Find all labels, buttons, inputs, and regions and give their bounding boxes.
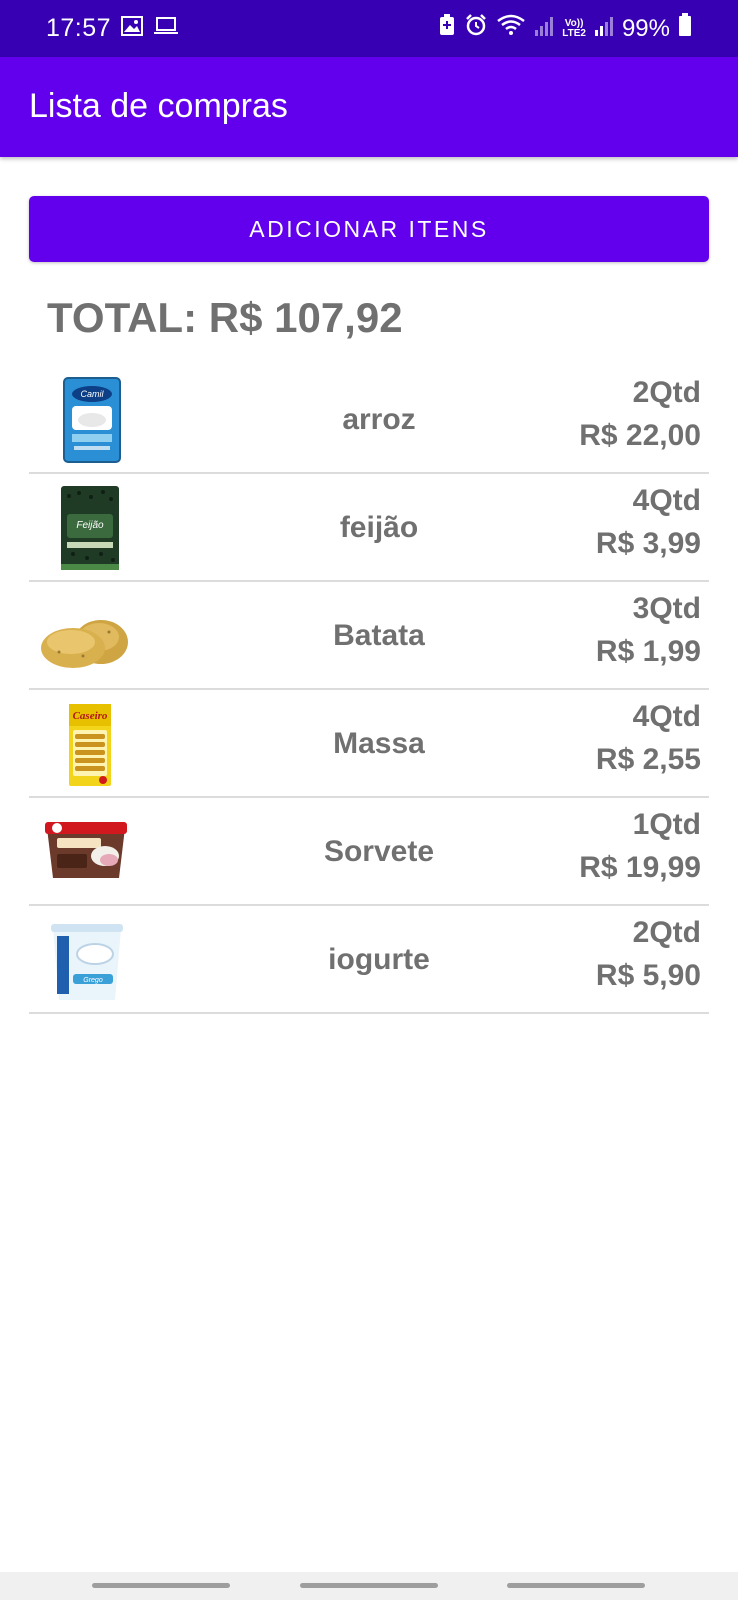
item-name: Sorvete bbox=[323, 835, 435, 868]
item-price: R$ 3,99 bbox=[595, 527, 701, 560]
item-price: R$ 22,00 bbox=[579, 419, 701, 452]
ice-cream-box-image bbox=[45, 822, 127, 878]
list-item[interactable]: Batata 3Qtd R$ 1,99 bbox=[29, 582, 709, 690]
battery-saver-icon bbox=[438, 14, 456, 43]
home-button[interactable] bbox=[300, 1583, 438, 1588]
back-button[interactable] bbox=[507, 1583, 645, 1588]
item-name: Massa bbox=[333, 727, 425, 760]
item-price: R$ 2,55 bbox=[595, 743, 701, 776]
status-bar: 17:57 Vo)) LTE2 99% bbox=[0, 0, 738, 57]
list-item[interactable]: Sorvete 1Qtd R$ 19,99 bbox=[29, 798, 709, 906]
list-item[interactable]: Grego iogurte 2Qtd R$ 5,90 bbox=[29, 906, 709, 1014]
item-name: feijão bbox=[339, 511, 419, 544]
signal-icon bbox=[534, 15, 554, 43]
item-quantity: 2Qtd bbox=[632, 916, 701, 949]
item-price: R$ 19,99 bbox=[579, 851, 701, 884]
recent-apps-button[interactable] bbox=[92, 1583, 230, 1588]
app-title: Lista de compras bbox=[29, 87, 288, 125]
wifi-icon bbox=[496, 14, 526, 43]
svg-text:Caseiro: Caseiro bbox=[73, 710, 108, 722]
rice-package-image: Camil bbox=[63, 377, 121, 463]
app-bar: Lista de compras bbox=[0, 57, 738, 157]
item-quantity: 1Qtd bbox=[632, 808, 701, 841]
item-name: iogurte bbox=[328, 943, 430, 976]
add-items-button[interactable]: ADICIONAR ITENS bbox=[29, 196, 709, 262]
battery-percent: 99% bbox=[621, 14, 670, 42]
item-quantity: 2Qtd bbox=[632, 376, 701, 409]
shopping-list: Camil arroz 2Qtd R$ 22,00 Feijão feijão … bbox=[29, 366, 709, 1014]
status-time: 17:57 bbox=[46, 14, 112, 42]
network-type-label: Vo)) LTE2 bbox=[562, 17, 586, 39]
item-quantity: 4Qtd bbox=[632, 700, 701, 733]
item-quantity: 4Qtd bbox=[632, 484, 701, 517]
list-item[interactable]: Caseiro Massa 4Qtd R$ 2,55 bbox=[29, 690, 709, 798]
gallery-icon bbox=[121, 16, 144, 41]
svg-text:Grego: Grego bbox=[83, 977, 103, 984]
svg-text:Feijão: Feijão bbox=[76, 520, 104, 531]
item-price: R$ 1,99 bbox=[595, 635, 701, 668]
signal-icon-2 bbox=[594, 15, 614, 43]
laptop-icon bbox=[153, 16, 179, 41]
item-name: Batata bbox=[333, 619, 425, 652]
pasta-package-image: Caseiro bbox=[69, 704, 111, 786]
list-item[interactable]: Camil arroz 2Qtd R$ 22,00 bbox=[29, 366, 709, 474]
alarm-icon bbox=[464, 13, 488, 44]
list-item[interactable]: Feijão feijão 4Qtd R$ 3,99 bbox=[29, 474, 709, 582]
svg-text:Camil: Camil bbox=[80, 389, 104, 399]
battery-icon bbox=[678, 13, 692, 44]
item-quantity: 3Qtd bbox=[632, 592, 701, 625]
navigation-bar bbox=[0, 1572, 738, 1600]
item-name: arroz bbox=[342, 403, 416, 436]
total-label: TOTAL: R$ 107,92 bbox=[47, 294, 403, 341]
item-price: R$ 5,90 bbox=[595, 959, 701, 992]
beans-package-image: Feijão bbox=[61, 486, 119, 570]
potato-image bbox=[41, 620, 128, 668]
yogurt-cup-image: Grego bbox=[51, 924, 123, 1000]
